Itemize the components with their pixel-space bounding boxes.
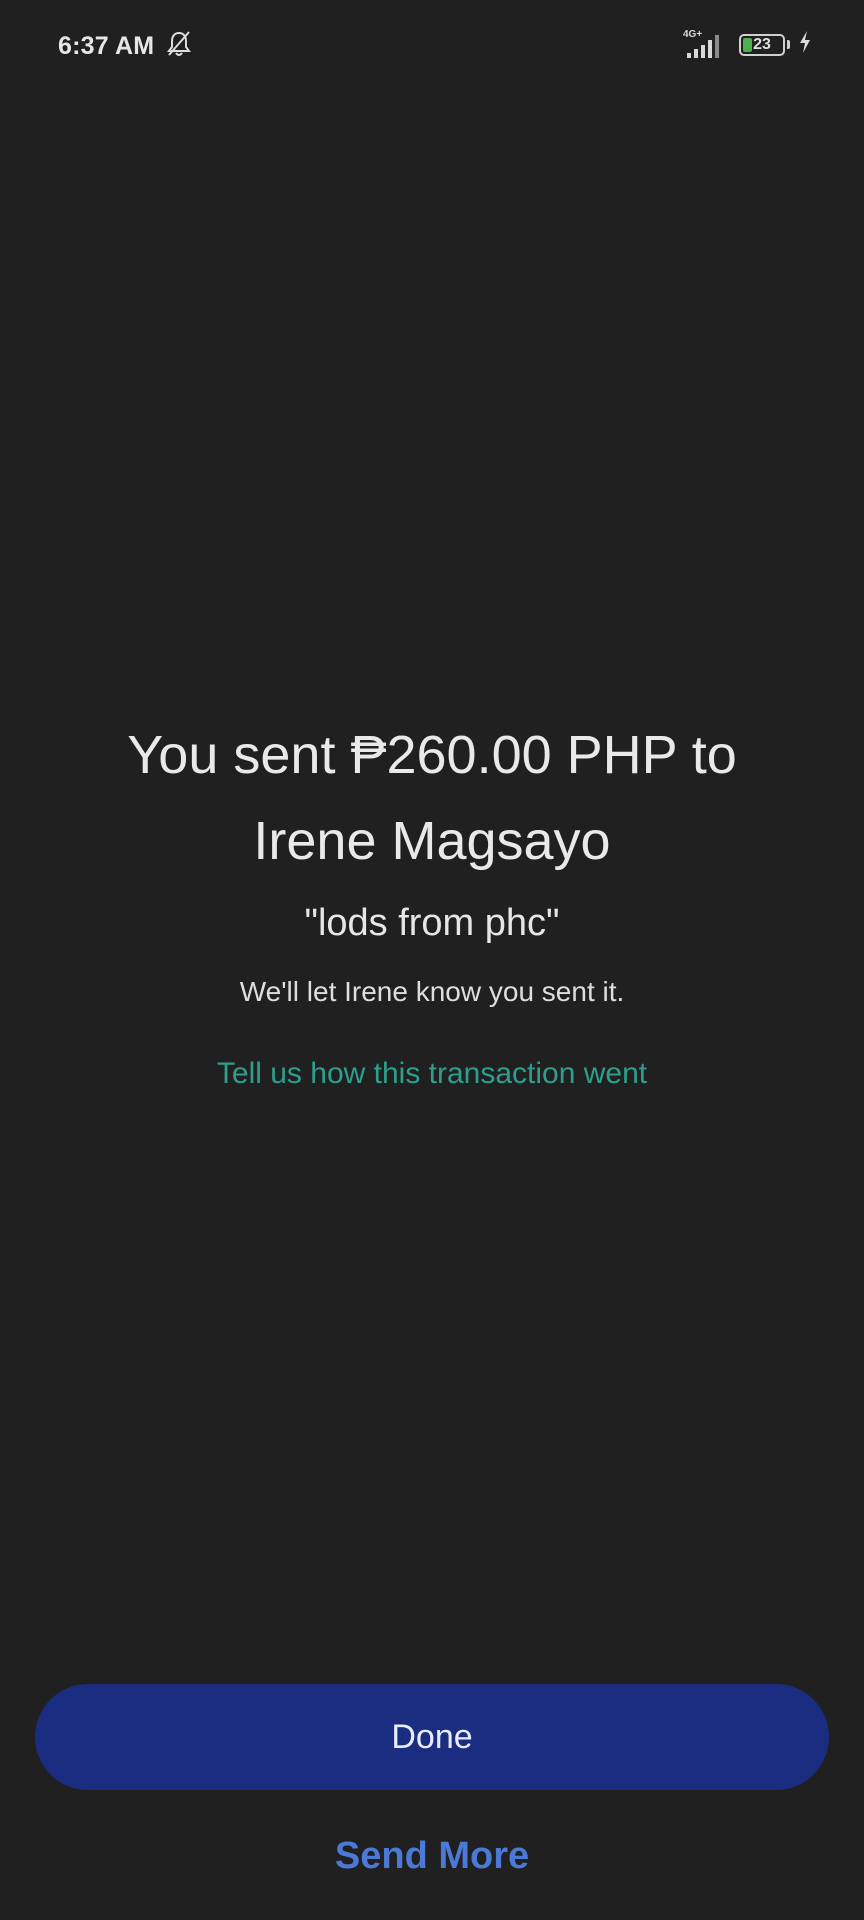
battery-icon: 23 bbox=[739, 33, 785, 56]
done-button[interactable]: Done bbox=[35, 1684, 829, 1790]
feedback-link[interactable]: Tell us how this transaction went bbox=[217, 1054, 647, 1094]
confirmation-content: You sent ₱260.00 PHP to Irene Magsayo "l… bbox=[0, 712, 864, 1094]
confirmation-headline: You sent ₱260.00 PHP to Irene Magsayo bbox=[42, 712, 822, 884]
status-time: 6:37 AM bbox=[58, 32, 155, 60]
lightning-icon bbox=[798, 30, 812, 59]
payment-note: "lods from phc" bbox=[304, 902, 560, 944]
notify-text: We'll let Irene know you sent it. bbox=[239, 976, 625, 1007]
recipient-name: Irene Magsayo bbox=[253, 811, 611, 871]
payment-confirmation-screen: 6:37 AM 4G+ 23 You sent ₱260.00 PHP to I… bbox=[0, 0, 864, 1920]
status-right: 4G+ 23 bbox=[681, 28, 812, 59]
signal-icon: 4G+ bbox=[681, 28, 731, 59]
battery-cap bbox=[787, 40, 790, 49]
battery-level: 23 bbox=[753, 35, 771, 53]
status-bar: 6:37 AM 4G+ 23 bbox=[0, 0, 864, 94]
headline-line-1: You sent ₱260.00 PHP to bbox=[127, 725, 737, 785]
battery-fill bbox=[743, 37, 752, 52]
send-more-button[interactable]: Send More bbox=[0, 1830, 864, 1882]
network-type-label: 4G+ bbox=[683, 28, 703, 40]
status-left: 6:37 AM bbox=[58, 30, 192, 63]
bell-off-icon bbox=[166, 30, 192, 63]
